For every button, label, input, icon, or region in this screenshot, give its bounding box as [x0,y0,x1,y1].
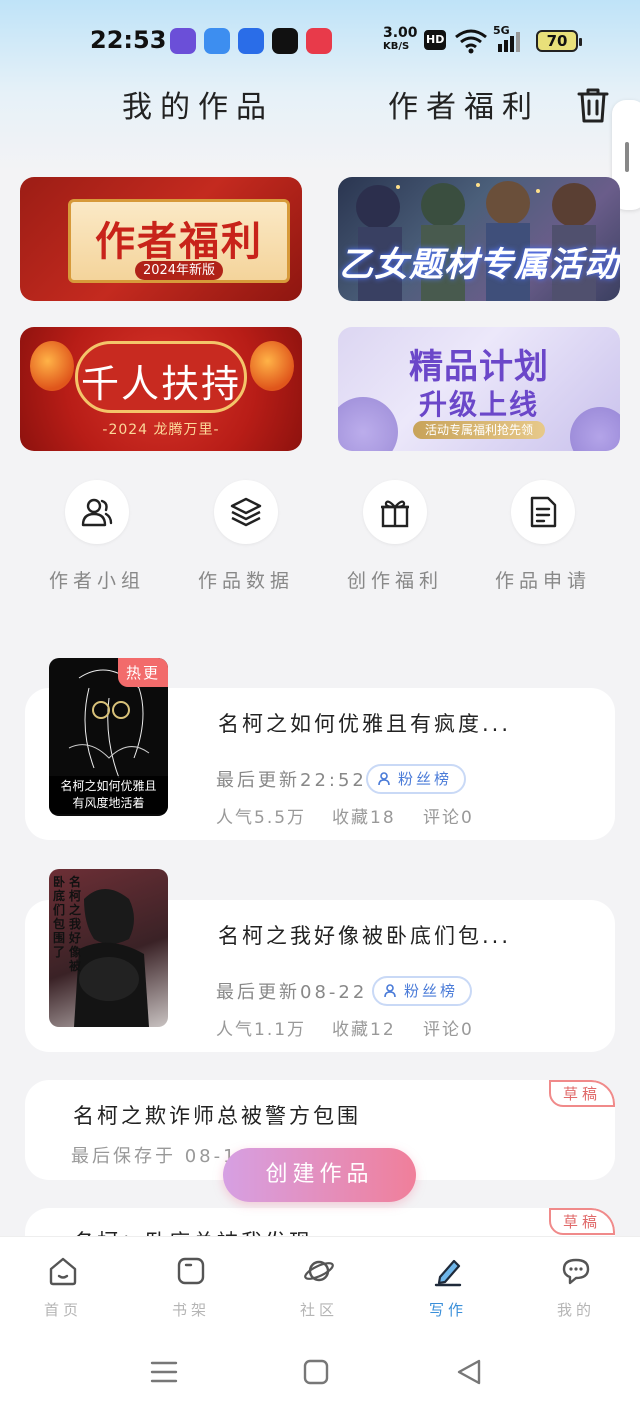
qa-author-group[interactable]: 作者小组 [32,480,162,593]
write-icon [434,1259,462,1287]
banner-title: 乙女题材专属活动 [339,245,619,285]
work-title[interactable]: 名柯之我好像被卧底们包... [218,920,511,950]
fans-ranking-button[interactable]: 粉丝榜 [372,976,473,1006]
tiktok-icon [272,28,298,54]
banner-subtitle: -2024 龙腾万里- [102,422,220,438]
author-benefits-link[interactable]: 作者福利 [388,82,540,126]
menu-icon[interactable] [150,1358,178,1386]
banner-title: 千人扶持 [80,362,241,406]
nav-label: 我的 [556,1301,595,1319]
cover-caption-line: 名柯之如何优雅且 [60,779,157,793]
trash-icon[interactable] [576,86,610,124]
work-cover[interactable]: 名柯之我好像被 卧底们包围了 [49,869,168,1027]
qa-label: 作品申请 [494,570,591,592]
banner-subtitle: 2024年新版 [134,261,224,280]
banner-title: 精品计划 [409,347,549,387]
my-works-title: 我的作品 [122,90,274,125]
app-notification-icon [204,28,230,54]
work-title[interactable]: 名柯之如何优雅且有疯度... [218,708,511,738]
qa-work-data[interactable]: 作品数据 [181,480,311,593]
work-comments: 评论0 [423,1020,474,1040]
cover-vertical-text: 卧底们包围了 [53,875,66,959]
speed-value: 3.00 [383,25,418,41]
work-cover[interactable]: 热更 名柯之如何优雅且 有风度地活着 [49,658,168,816]
fans-ranking-button[interactable]: 粉丝榜 [366,764,467,794]
users-icon [81,498,113,527]
cover-vertical-text: 名柯之我好像被 [69,875,82,973]
banner-subtitle-wrap: 2024年新版 [38,259,302,280]
speed-unit: KB/S [383,41,410,52]
app-notification-icon [238,28,264,54]
nav-mine[interactable]: 我的 [531,1255,621,1320]
banner-author-benefits[interactable]: 作者福利 2024年新版 [20,177,302,301]
work-popularity: 人气5.5万 [216,808,307,828]
create-work-button[interactable]: 创建作品 [223,1148,416,1202]
work-comments: 评论0 [423,808,474,828]
gift-icon [381,500,409,528]
qa-label: 创作福利 [346,570,443,592]
qa-icon-circle [65,480,129,544]
work-popularity: 人气1.1万 [216,1020,307,1040]
work-favorites: 收藏12 [332,1020,396,1040]
layers-icon [230,497,262,527]
video-app-icon [306,28,332,54]
nav-label: 写作 [428,1301,467,1319]
qa-work-application[interactable]: 作品申请 [478,480,608,593]
banner-premium-plan[interactable]: 精品计划 升级上线 活动专属福利抢先领 [338,327,620,451]
battery-indicator: 70 [536,30,582,52]
cover-caption-line: 有风度地活着 [72,796,145,810]
fan-icon [378,772,390,786]
planet-icon [304,1260,334,1282]
fan-icon [384,984,396,998]
cover-caption: 名柯之如何优雅且 有风度地活着 [49,776,168,814]
signal-icon [498,32,520,52]
nav-community[interactable]: 社区 [274,1255,364,1320]
qa-icon-circle [511,480,575,544]
qa-icon-circle [363,480,427,544]
nav-bookshelf[interactable]: 书架 [146,1255,236,1320]
status-bar: 22:53 3.00 KB/S HD 5G 70 [0,22,640,62]
home-icon [49,1257,77,1286]
draft-tag: 草稿 [548,1208,615,1235]
fans-label: 粉丝榜 [398,770,453,788]
nav-write[interactable]: 写作 [403,1255,493,1320]
bookshelf-icon [177,1257,205,1285]
document-icon [530,496,557,528]
status-time: 22:53 [90,26,167,54]
qa-label: 作品数据 [197,570,294,592]
work-last-update: 最后更新08-22 [216,982,368,1003]
nav-label: 社区 [299,1301,338,1319]
fans-label: 粉丝榜 [404,982,459,1000]
nav-label: 首页 [43,1301,82,1319]
hot-tag: 热更 [117,658,168,687]
banner-otome-event[interactable]: 乙女题材专属活动 [338,177,620,301]
work-favorites: 收藏18 [332,808,396,828]
banner-tag-wrap: 活动专属福利抢先领 [338,421,620,439]
qa-label: 作者小组 [48,570,145,592]
network-speed: 3.00 KB/S [383,26,418,54]
back-icon[interactable] [455,1358,483,1386]
wifi-icon [455,29,487,54]
bottom-nav: 首页 书架 社区 写作 我的 [0,1236,640,1422]
banner-tag: 活动专属福利抢先领 [412,421,545,439]
nav-label: 书架 [171,1301,210,1319]
draft-tag: 草稿 [548,1080,615,1107]
qa-creation-benefits[interactable]: 创作福利 [330,480,460,593]
hd-badge: HD [424,30,446,50]
nav-home[interactable]: 首页 [18,1255,108,1320]
banner-subtitle: 升级上线 [418,388,539,421]
home-square-icon[interactable] [302,1358,330,1386]
chat-icon [562,1258,590,1285]
app-notification-icon [170,28,196,54]
work-last-update: 最后更新22:52 [216,770,367,791]
banner-thousand-support[interactable]: 千人扶持 -2024 龙腾万里- [20,327,302,451]
qa-icon-circle [214,480,278,544]
draft-title: 名柯之欺诈师总被警方包围 [73,1104,361,1128]
